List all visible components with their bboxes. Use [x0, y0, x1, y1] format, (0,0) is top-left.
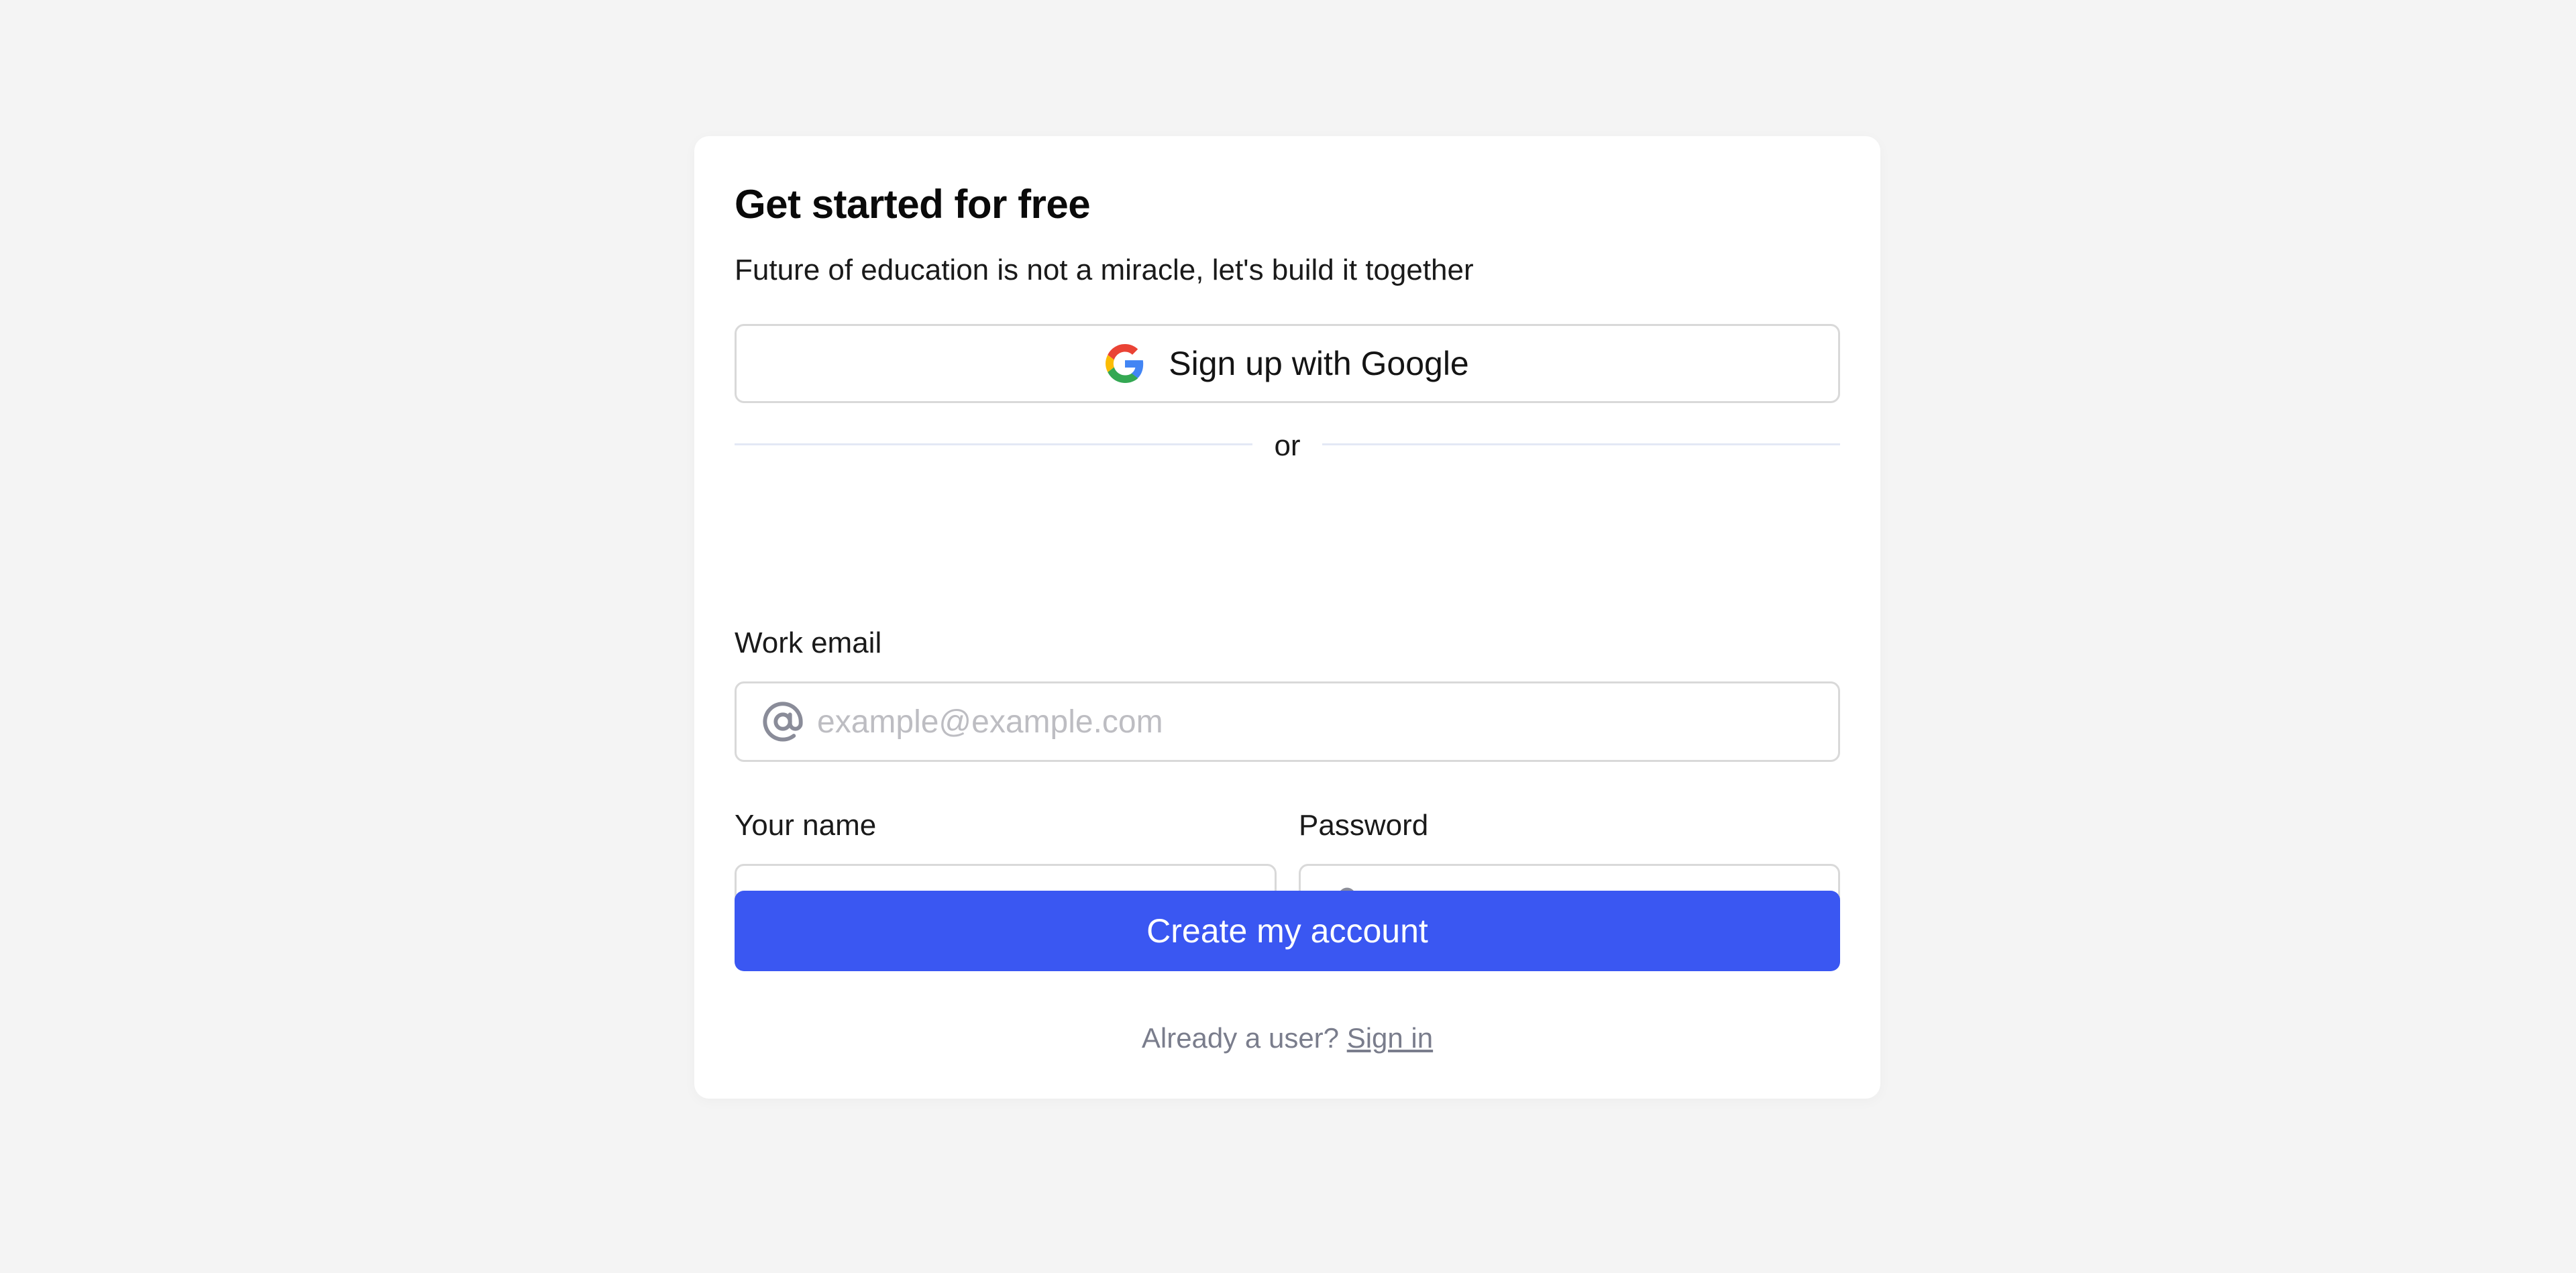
page-title: Get started for free — [735, 182, 1091, 227]
email-input-box[interactable] — [735, 681, 1840, 762]
or-divider: or — [735, 426, 1840, 480]
signin-link[interactable]: Sign in — [1347, 1022, 1433, 1054]
google-signup-label: Sign up with Google — [1169, 345, 1469, 382]
page-subtitle: Future of education is not a miracle, le… — [735, 254, 1474, 286]
create-account-button[interactable]: Create my account — [735, 891, 1840, 971]
signup-card: Get started for free Future of education… — [694, 136, 1880, 1099]
signup-form: Get started for free Future of education… — [735, 136, 1840, 1099]
email-label: Work email — [735, 626, 882, 659]
create-account-label: Create my account — [1146, 912, 1428, 950]
name-label: Your name — [735, 809, 877, 842]
google-icon — [1106, 344, 1144, 383]
password-label: Password — [1299, 809, 1429, 842]
signin-prompt-text: Already a user? — [1141, 1022, 1340, 1054]
email-field[interactable] — [817, 683, 1838, 760]
signin-prompt: Already a user? Sign in — [735, 1018, 1840, 1058]
at-sign-icon — [761, 700, 805, 744]
google-signup-button[interactable]: Sign up with Google — [735, 324, 1840, 403]
divider-text: or — [1274, 429, 1301, 462]
